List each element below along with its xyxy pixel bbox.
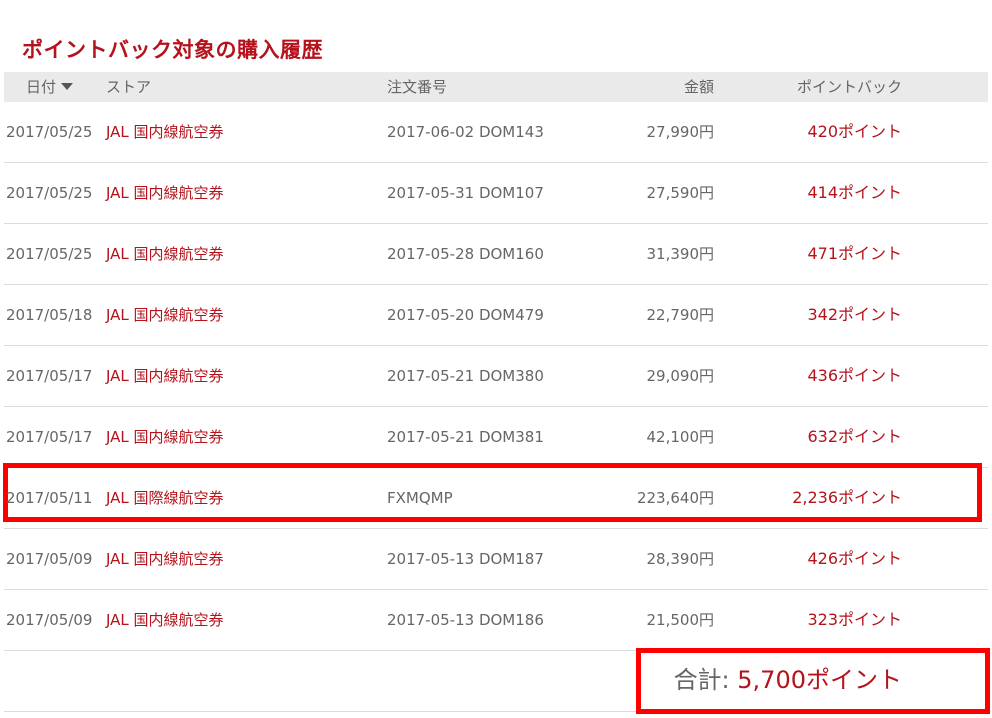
row-store-link[interactable]: JAL 国内線航空券 <box>106 163 224 223</box>
row-points: 420ポイント <box>807 122 902 141</box>
row-points: 436ポイント <box>807 366 902 385</box>
header-order: 注文番号 <box>387 78 448 96</box>
row-points: 426ポイント <box>807 549 902 568</box>
page-title: ポイントバック対象の購入履歴 <box>22 38 323 63</box>
header-store: ストア <box>106 78 152 96</box>
row-date: 2017/05/25 <box>6 245 93 263</box>
row-amount: 27,990円 <box>646 123 715 141</box>
row-store-link[interactable]: JAL 国内線航空券 <box>106 346 224 406</box>
row-order-number: 2017-05-21 DOM381 <box>387 428 544 446</box>
row-order-number: FXMQMP <box>387 489 453 507</box>
header-date-label: 日付 <box>26 78 57 96</box>
row-store-link[interactable]: JAL 国内線航空券 <box>106 529 224 589</box>
row-amount: 29,090円 <box>646 367 715 385</box>
row-points: 632ポイント <box>807 427 902 446</box>
row-order-number: 2017-06-02 DOM143 <box>387 123 544 141</box>
table-row: 2017/05/25 JAL 国内線航空券 2017-05-31 DOM107 … <box>4 163 988 224</box>
row-points: 2,236ポイント <box>792 488 902 507</box>
row-store-link[interactable]: JAL 国内線航空券 <box>106 407 224 467</box>
total-highlight-box <box>636 648 990 714</box>
row-order-number: 2017-05-28 DOM160 <box>387 245 544 263</box>
row-amount: 27,590円 <box>646 184 715 202</box>
row-date: 2017/05/25 <box>6 123 93 141</box>
purchase-history-table: 日付 ストア 注文番号 金額 ポイントバック 2017/05/25 JAL 国内… <box>3 72 988 712</box>
row-order-number: 2017-05-13 DOM187 <box>387 550 544 568</box>
row-amount: 22,790円 <box>646 306 715 324</box>
row-store-link[interactable]: JAL 国内線航空券 <box>106 102 224 162</box>
row-amount: 28,390円 <box>646 550 715 568</box>
row-date: 2017/05/25 <box>6 184 93 202</box>
row-date: 2017/05/17 <box>6 428 93 446</box>
row-date: 2017/05/09 <box>6 550 93 568</box>
row-store-link[interactable]: JAL 国内線航空券 <box>106 590 224 650</box>
caret-down-icon <box>61 83 74 90</box>
row-points: 323ポイント <box>807 610 902 629</box>
row-date: 2017/05/09 <box>6 611 93 629</box>
table-header: 日付 ストア 注文番号 金額 ポイントバック <box>4 72 988 102</box>
table-row: 2017/05/18 JAL 国内線航空券 2017-05-20 DOM479 … <box>4 285 988 346</box>
row-points: 414ポイント <box>807 183 902 202</box>
row-amount: 42,100円 <box>646 428 715 446</box>
header-amount: 金額 <box>683 78 714 96</box>
table-row: 2017/05/09 JAL 国内線航空券 2017-05-13 DOM186 … <box>4 590 988 651</box>
header-points: ポイントバック <box>796 78 902 96</box>
row-date: 2017/05/17 <box>6 367 93 385</box>
row-amount: 223,640円 <box>636 489 714 507</box>
row-order-number: 2017-05-21 DOM380 <box>387 367 544 385</box>
table-row: 2017/05/25 JAL 国内線航空券 2017-05-28 DOM160 … <box>4 224 988 285</box>
row-order-number: 2017-05-20 DOM479 <box>387 306 544 324</box>
row-store-link[interactable]: JAL 国内線航空券 <box>106 224 224 284</box>
row-order-number: 2017-05-13 DOM186 <box>387 611 544 629</box>
table-row: 2017/05/09 JAL 国内線航空券 2017-05-13 DOM187 … <box>4 529 988 590</box>
row-order-number: 2017-05-31 DOM107 <box>387 184 544 202</box>
row-date: 2017/05/11 <box>6 489 93 507</box>
table-row-highlighted: 2017/05/11 JAL 国際線航空券 FXMQMP 223,640円 2,… <box>3 463 988 529</box>
table-row: 2017/05/17 JAL 国内線航空券 2017-05-21 DOM381 … <box>4 407 988 468</box>
row-amount: 31,390円 <box>646 245 715 263</box>
row-store-link[interactable]: JAL 国内線航空券 <box>106 285 224 345</box>
row-amount: 21,500円 <box>646 611 715 629</box>
row-date: 2017/05/18 <box>6 306 93 324</box>
row-points: 342ポイント <box>807 305 902 324</box>
header-date-sort[interactable]: 日付 <box>26 72 74 102</box>
table-row: 2017/05/17 JAL 国内線航空券 2017-05-21 DOM380 … <box>4 346 988 407</box>
row-store-link[interactable]: JAL 国際線航空券 <box>106 468 224 528</box>
table-row: 2017/05/25 JAL 国内線航空券 2017-06-02 DOM143 … <box>4 102 988 163</box>
row-points: 471ポイント <box>807 244 902 263</box>
